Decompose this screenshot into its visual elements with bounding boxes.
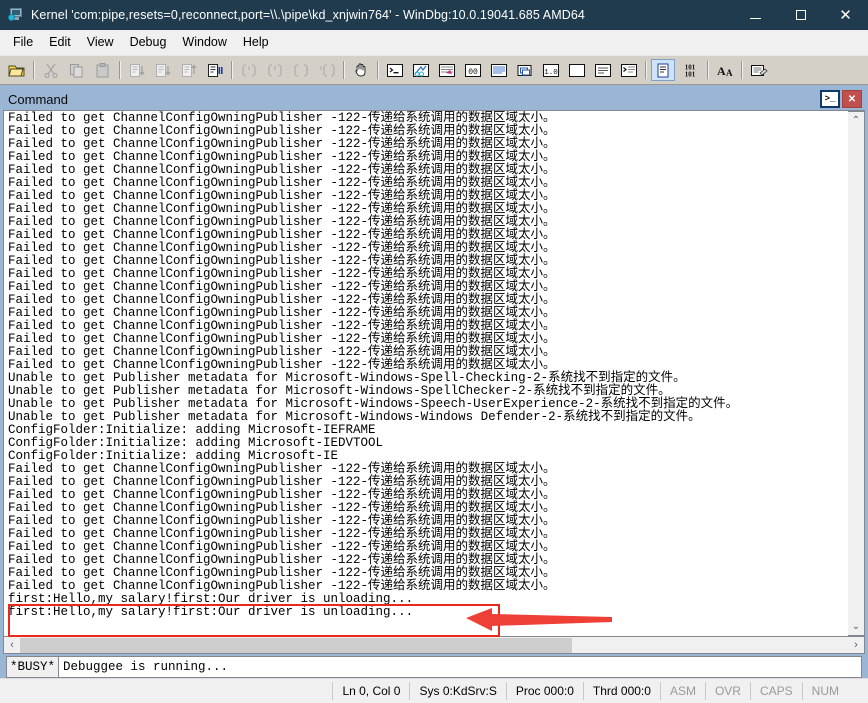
svg-text:A: A: [726, 68, 733, 78]
stop-debugging-icon[interactable]: [289, 59, 313, 81]
toolbar-separator: [33, 61, 35, 79]
vertical-scroll-track[interactable]: [848, 129, 864, 618]
vertical-scrollbar[interactable]: ⌃ ⌄: [848, 111, 865, 636]
step-out-icon[interactable]: [177, 59, 201, 81]
horizontal-scrollbar[interactable]: ‹ ›: [3, 637, 865, 654]
menu-item-window[interactable]: Window: [174, 32, 234, 53]
open-file-icon[interactable]: [5, 59, 29, 81]
hand-break-icon[interactable]: [349, 59, 373, 81]
step-into-icon[interactable]: [125, 59, 149, 81]
window-title: Kernel 'com:pipe,resets=0,reconnect,port…: [31, 8, 585, 22]
copy-icon[interactable]: [65, 59, 89, 81]
svg-text:00: 00: [468, 68, 478, 77]
windbg-window: Kernel 'com:pipe,resets=0,reconnect,port…: [0, 0, 868, 703]
menu-item-view[interactable]: View: [79, 32, 122, 53]
title-bar: Kernel 'com:pipe,resets=0,reconnect,port…: [0, 0, 868, 30]
busy-status-label: *BUSY*: [6, 656, 60, 678]
font-size-icon[interactable]: A A: [713, 59, 737, 81]
status-sys: Sys 0:KdSrv:S: [409, 682, 505, 700]
source-window-icon[interactable]: [651, 59, 675, 81]
toolbar: 00 1.0 101 101 A A: [0, 55, 868, 85]
toolbar-separator: [119, 61, 121, 79]
toolbar-separator: [377, 61, 379, 79]
break-icon[interactable]: [237, 59, 261, 81]
scratch-pad-window-icon[interactable]: [565, 59, 589, 81]
command-window-title-bar: Command >_ ✕: [3, 88, 865, 110]
processes-threads-window-icon[interactable]: [591, 59, 615, 81]
status-thrd: Thrd 000:0: [582, 682, 660, 700]
command-window-close-button[interactable]: ✕: [842, 90, 862, 108]
window-controls: ✕: [733, 0, 868, 30]
status-asm: ASM: [659, 682, 705, 700]
toolbar-separator: [707, 61, 709, 79]
menu-bar: File Edit View Debug Window Help: [0, 30, 868, 55]
toolbar-separator: [231, 61, 233, 79]
menu-item-debug[interactable]: Debug: [122, 32, 175, 53]
restart-icon[interactable]: [263, 59, 287, 81]
command-output-pane: Failed to get ChannelConfigOwningPublish…: [3, 110, 865, 637]
status-caps: CAPS: [749, 682, 802, 700]
command-output-text[interactable]: Failed to get ChannelConfigOwningPublish…: [4, 111, 848, 636]
status-num: NUM: [801, 682, 848, 700]
command-browser-window-icon[interactable]: [617, 59, 641, 81]
maximize-button[interactable]: [778, 0, 823, 30]
minimize-button[interactable]: [733, 0, 778, 30]
detach-icon[interactable]: [315, 59, 339, 81]
command-prompt-row: *BUSY* Debuggee is running...: [6, 656, 862, 678]
scroll-down-arrow-icon[interactable]: ⌄: [848, 618, 864, 635]
numbers-101-icon[interactable]: 101 101: [677, 59, 703, 81]
memory-window-icon[interactable]: [487, 59, 511, 81]
menu-item-edit[interactable]: Edit: [41, 32, 79, 53]
svg-text:A: A: [717, 64, 726, 78]
options-icon[interactable]: [747, 59, 771, 81]
resize-grip-icon[interactable]: [852, 684, 866, 698]
command-window-controls: >_ ✕: [820, 90, 865, 108]
toolbar-separator: [645, 61, 647, 79]
run-to-cursor-icon[interactable]: [203, 59, 227, 81]
disassembly-window-icon[interactable]: 1.0: [539, 59, 563, 81]
toolbar-separator: [741, 61, 743, 79]
svg-text:101: 101: [685, 71, 696, 79]
status-proc: Proc 000:0: [505, 682, 583, 700]
scroll-up-arrow-icon[interactable]: ⌃: [848, 112, 864, 129]
step-over-icon[interactable]: [151, 59, 175, 81]
watch-window-icon[interactable]: [409, 59, 433, 81]
command-input[interactable]: Debuggee is running...: [59, 656, 862, 678]
status-line-col: Ln 0, Col 0: [332, 682, 409, 700]
menu-item-help[interactable]: Help: [235, 32, 277, 53]
command-child-window: Command >_ ✕ Failed to get ChannelConfig…: [3, 88, 865, 678]
cut-icon[interactable]: [39, 59, 63, 81]
command-window-title: Command: [8, 91, 68, 107]
windbg-kernel-icon: [8, 7, 24, 23]
toolbar-separator: [343, 61, 345, 79]
call-stack-window-icon[interactable]: [513, 59, 537, 81]
status-ovr: OVR: [704, 682, 750, 700]
svg-text:1.0: 1.0: [544, 69, 558, 77]
log-line: first:Hello,my salary!first:Our driver i…: [8, 605, 414, 619]
mdi-client-area: Command >_ ✕ Failed to get ChannelConfig…: [0, 85, 868, 678]
horizontal-scroll-track[interactable]: [20, 637, 848, 653]
horizontal-scroll-thumb[interactable]: [20, 637, 572, 653]
status-bar: Ln 0, Col 0 Sys 0:KdSrv:S Proc 000:0 Thr…: [0, 678, 868, 703]
paste-icon[interactable]: [91, 59, 115, 81]
scroll-left-arrow-icon[interactable]: ‹: [4, 638, 20, 653]
command-window-icon[interactable]: [383, 59, 407, 81]
scroll-right-arrow-icon[interactable]: ›: [848, 638, 864, 653]
menu-item-file[interactable]: File: [5, 32, 41, 53]
registers-window-icon[interactable]: 00: [461, 59, 485, 81]
command-prompt-icon[interactable]: >_: [820, 90, 840, 108]
close-button[interactable]: ✕: [823, 0, 868, 30]
locals-window-icon[interactable]: [435, 59, 459, 81]
